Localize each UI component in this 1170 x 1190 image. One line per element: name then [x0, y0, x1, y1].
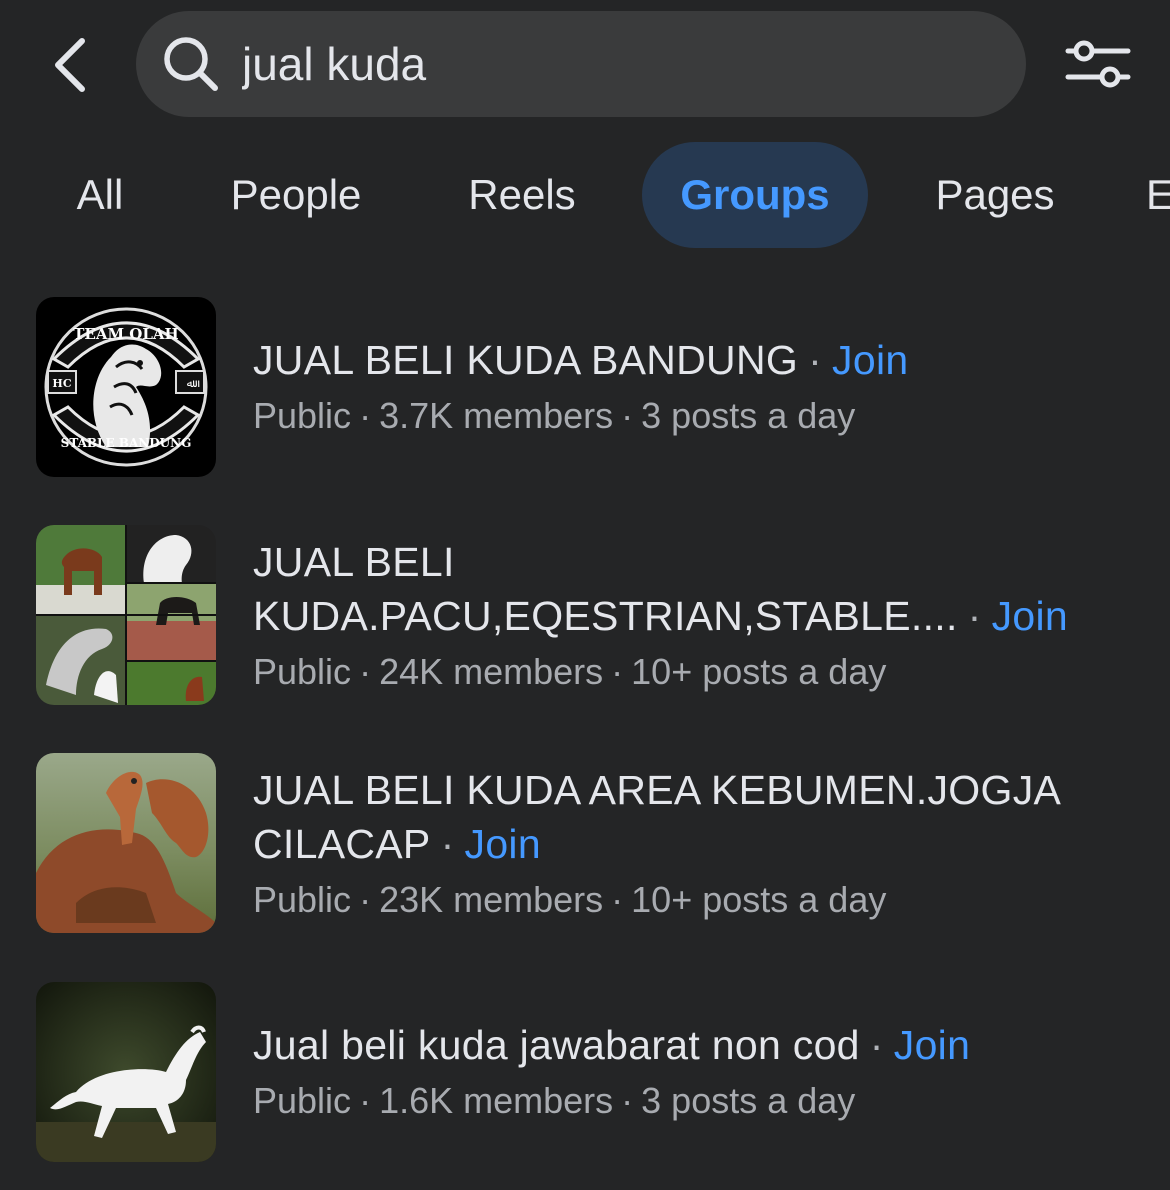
search-icon — [162, 35, 220, 93]
group-meta: Public · 3.7K members · 3 posts a day — [253, 395, 856, 436]
search-input[interactable] — [242, 24, 1026, 104]
group-meta: Public · 1.6K members · 3 posts a day — [253, 1080, 856, 1121]
group-title: JUAL BELI KUDA BANDUNG · Join — [253, 337, 909, 383]
join-button[interactable]: Join — [992, 593, 1068, 639]
logo-left-text: HC — [52, 377, 71, 390]
back-button[interactable] — [40, 30, 100, 100]
sliders-icon — [1065, 40, 1131, 88]
tab-all[interactable]: All — [40, 142, 160, 248]
group-info: Jual beli kuda jawabarat non cod · Join Pu… — [253, 1018, 1140, 1124]
tab-events[interactable]: E — [1146, 142, 1170, 248]
group-info: JUAL BELI KUDA.PACU,EQESTRIAN,STABLE....… — [253, 535, 1140, 695]
search-filter-tabs: All People Reels Groups Pages E — [0, 142, 1170, 250]
top-bar — [0, 0, 1170, 130]
group-avatar — [36, 525, 216, 705]
group-title-line-1: JUAL BELI — [253, 539, 455, 585]
chevron-left-icon — [55, 38, 85, 92]
group-title: Jual beli kuda jawabarat non cod · Join — [253, 1022, 971, 1068]
group-meta: Public · 23K members · 10+ posts a day — [253, 879, 887, 920]
join-button[interactable]: Join — [894, 1022, 970, 1068]
group-result-item[interactable]: JUAL BELI KUDA AREA KEBUMEN.JOGJA CILACA… — [0, 753, 1170, 935]
filter-button[interactable] — [1062, 35, 1134, 95]
logo-top-text: TEAM OLAH — [73, 325, 178, 343]
group-result-item[interactable]: JUAL BELI KUDA.PACU,EQESTRIAN,STABLE....… — [0, 525, 1170, 707]
group-meta: Public · 24K members · 10+ posts a day — [253, 651, 887, 692]
search-results-page: All People Reels Groups Pages E TEAM OLA… — [0, 0, 1170, 1190]
group-avatar: TEAM OLAH STABLE BANDUNG HC ﷲ — [36, 297, 216, 477]
group-title-line-2: KUDA.PACU,EQESTRIAN,STABLE.... · Join — [253, 593, 1069, 639]
tab-reels[interactable]: Reels — [446, 142, 598, 248]
group-result-item[interactable]: Jual beli kuda jawabarat non cod · Join Pu… — [0, 982, 1170, 1164]
search-bar[interactable] — [136, 11, 1026, 117]
group-result-item[interactable]: TEAM OLAH STABLE BANDUNG HC ﷲ JUAL BELI … — [0, 297, 1170, 479]
group-info: JUAL BELI KUDA AREA KEBUMEN.JOGJA CILACA… — [253, 763, 1140, 923]
tab-people[interactable]: People — [206, 142, 386, 248]
tab-pages[interactable]: Pages — [912, 142, 1078, 248]
group-title-line-1: JUAL BELI KUDA AREA KEBUMEN.JOGJA — [253, 767, 1062, 813]
join-button[interactable]: Join — [465, 821, 541, 867]
join-button[interactable]: Join — [832, 337, 908, 383]
group-info: JUAL BELI KUDA BANDUNG · Join Public · 3.7K … — [253, 333, 1140, 439]
group-avatar — [36, 753, 216, 933]
group-title-line-2: CILACAP · Join — [253, 821, 541, 867]
logo-bottom-text: STABLE BANDUNG — [61, 436, 192, 450]
group-avatar — [36, 982, 216, 1162]
tab-groups[interactable]: Groups — [642, 142, 868, 248]
